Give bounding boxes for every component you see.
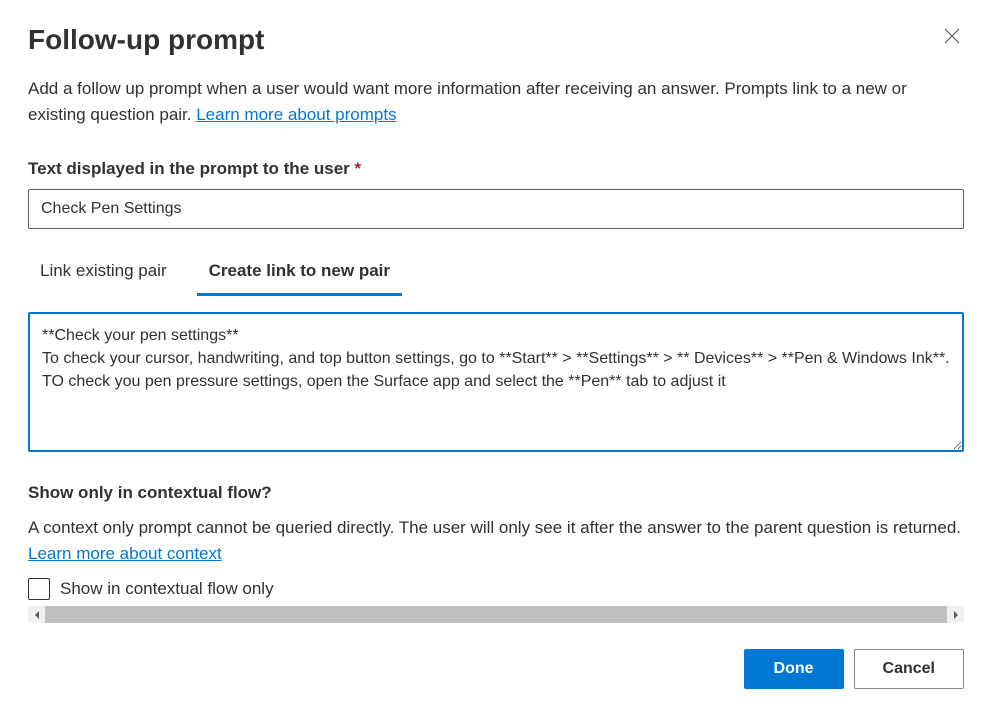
close-button[interactable] <box>940 24 964 48</box>
tab-link-existing[interactable]: Link existing pair <box>28 251 179 296</box>
horizontal-scrollbar[interactable] <box>28 606 964 623</box>
done-button[interactable]: Done <box>744 649 844 689</box>
tab-create-new[interactable]: Create link to new pair <box>197 251 402 296</box>
contextual-help-pre: A context only prompt cannot be queried … <box>28 518 961 537</box>
contextual-heading: Show only in contextual flow? <box>28 483 964 503</box>
scroll-right-arrow[interactable] <box>947 606 964 623</box>
dialog-title: Follow-up prompt <box>28 24 264 56</box>
scrollbar-track-mid[interactable] <box>45 606 947 623</box>
description-text: Add a follow up prompt when a user would… <box>28 79 907 124</box>
link-tabs: Link existing pair Create link to new pa… <box>28 251 964 296</box>
display-text-input[interactable] <box>28 189 964 229</box>
dialog-description: Add a follow up prompt when a user would… <box>28 76 964 127</box>
chevron-left-icon <box>34 611 40 619</box>
contextual-help-text: A context only prompt cannot be queried … <box>28 515 964 566</box>
cancel-button[interactable]: Cancel <box>854 649 964 689</box>
required-asterisk: * <box>355 159 362 178</box>
answer-textarea[interactable] <box>28 312 964 452</box>
close-icon <box>944 28 960 44</box>
contextual-checkbox[interactable] <box>28 578 50 600</box>
dialog-footer: Done Cancel <box>28 649 964 689</box>
chevron-right-icon <box>953 611 959 619</box>
learn-more-context-link[interactable]: Learn more about context <box>28 544 222 563</box>
contextual-checkbox-row: Show in contextual flow only <box>28 578 964 600</box>
display-text-label-text: Text displayed in the prompt to the user <box>28 159 355 178</box>
display-text-label: Text displayed in the prompt to the user… <box>28 159 964 179</box>
contextual-checkbox-label: Show in contextual flow only <box>60 579 274 599</box>
learn-more-prompts-link[interactable]: Learn more about prompts <box>196 105 396 124</box>
scroll-left-arrow[interactable] <box>28 606 45 623</box>
